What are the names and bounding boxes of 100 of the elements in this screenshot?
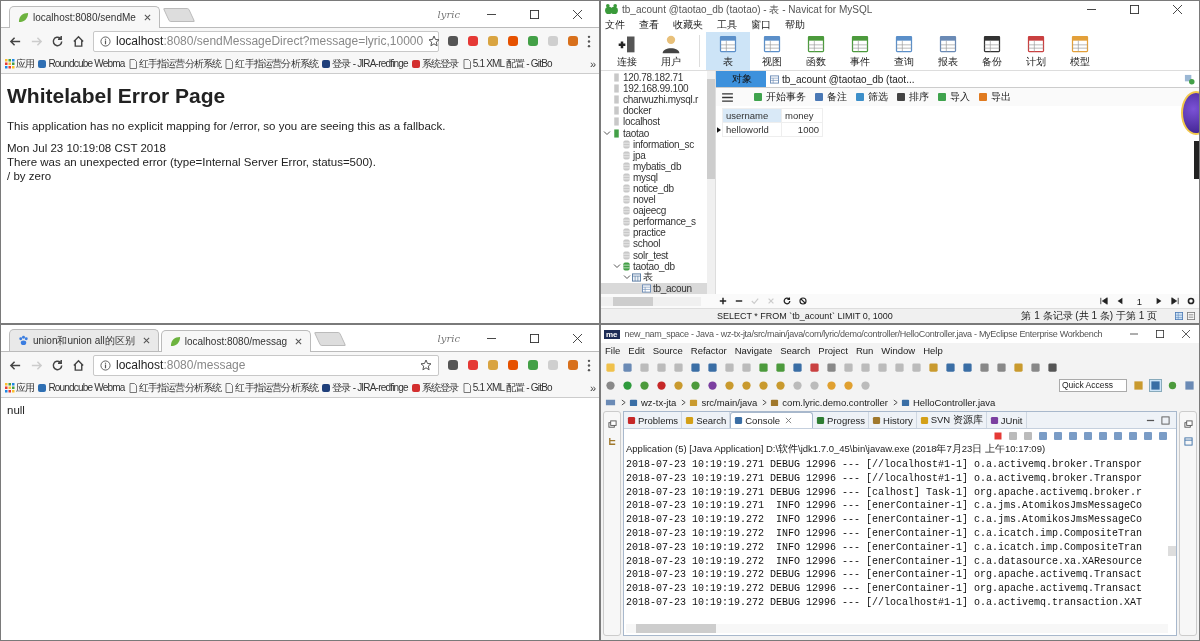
bookmark[interactable]: 5.1 XML 配置 - GitBo: [460, 380, 553, 395]
bookmark[interactable]: 红手指运营分析系统: [223, 56, 320, 71]
response-text: null: [7, 404, 26, 416]
toolbar-button[interactable]: 筛选: [855, 90, 888, 104]
menu-item[interactable]: 收藏夹: [673, 18, 703, 32]
ribbon-button[interactable]: 连接: [605, 32, 649, 70]
console-line: 2018-07-23 10:19:19.272 INFO 12996 --- [enerContainer-1] c.a.icatch.imp.CompositeTran: [626, 527, 1144, 541]
menu-item[interactable]: Project: [818, 345, 848, 356]
menu-item[interactable]: 窗口: [751, 18, 771, 32]
toolbar-button[interactable]: 开始事务: [753, 90, 806, 104]
bookmark[interactable]: 应用: [4, 56, 36, 71]
ribbon-button[interactable]: 计划: [1014, 32, 1058, 70]
ribbon-button[interactable]: 事件: [838, 32, 882, 70]
view-tab[interactable]: SVN 资源库: [916, 412, 987, 428]
bookmark[interactable]: 系统登录: [409, 380, 460, 395]
object-tab[interactable]: 对象: [716, 71, 766, 87]
bookmark[interactable]: Roundcube Webma: [36, 58, 126, 69]
bookmark[interactable]: 登录 - JIRA-redfinge: [320, 380, 409, 395]
view-tab[interactable]: History: [869, 412, 917, 428]
tree-item[interactable]: 192.168.99.100: [601, 83, 707, 95]
console-line: 2018-07-23 10:19:19.272 INFO 12996 --- [enerContainer-1] c.a.datasource.xa.XAResource: [626, 554, 1144, 569]
breadcrumb-item[interactable]: HelloController.java: [892, 397, 996, 408]
ribbon-button[interactable]: 查询: [882, 32, 926, 70]
bookmark[interactable]: 应用: [4, 380, 36, 395]
menu-item[interactable]: Window: [881, 345, 916, 356]
profile-name[interactable]: lyric: [437, 332, 460, 344]
column-header[interactable]: username: [722, 108, 782, 123]
view-tab[interactable]: Problems: [624, 412, 683, 428]
breadcrumb-item[interactable]: com.lyric.demo.controller: [762, 397, 888, 408]
menu-item[interactable]: 工具: [717, 18, 737, 32]
tree-item[interactable]: performance_s: [601, 216, 707, 228]
tree-item[interactable]: tb_acoun: [601, 282, 707, 294]
tree-item[interactable]: localhost: [601, 116, 707, 128]
bookmark[interactable]: Roundcube Webma: [36, 382, 126, 393]
tree-item[interactable]: charwuzhi.mysql.r: [601, 94, 707, 106]
tree-item[interactable]: practice: [601, 227, 707, 239]
toolbar-button[interactable]: 备注: [814, 90, 847, 104]
menu-item[interactable]: Help: [923, 345, 943, 356]
column-header[interactable]: money: [781, 108, 823, 123]
toolbar-button[interactable]: 排序: [896, 90, 929, 104]
browser-tab[interactable]: localhost:8080/messag: [160, 330, 311, 352]
menu-item[interactable]: Run: [855, 345, 874, 356]
tree-item[interactable]: 120.78.182.71: [601, 72, 707, 84]
menu-item[interactable]: File: [605, 345, 621, 356]
menu-item[interactable]: 文件: [605, 18, 625, 32]
menu-item[interactable]: Search: [780, 345, 811, 356]
tree-item[interactable]: taotao_db: [601, 260, 707, 272]
bookmark[interactable]: 红手指运营分析系统: [126, 56, 223, 71]
ribbon-button[interactable]: 函数: [794, 32, 838, 70]
breadcrumb-item[interactable]: wz-tx-jta: [621, 397, 677, 408]
browser-tab[interactable]: localhost:8080/sendMe: [9, 6, 160, 28]
tree-item[interactable]: mybatis_db: [601, 160, 707, 172]
bookmark[interactable]: 红手指运营分析系统: [223, 380, 320, 395]
app-logo: me: [604, 329, 620, 339]
tree-item[interactable]: solr_test: [601, 249, 707, 261]
profile-name[interactable]: lyric: [437, 8, 460, 20]
url-text: localhost:8080/sendMessageDirect?message=lyric,10000: [116, 34, 424, 48]
menu-item[interactable]: 帮助: [785, 18, 805, 32]
ribbon-button[interactable]: 视图: [750, 32, 794, 70]
menu-item[interactable]: Edit: [628, 345, 645, 356]
tree-item[interactable]: novel: [601, 194, 707, 206]
tree-item[interactable]: school: [601, 238, 707, 250]
more-bookmarks-button[interactable]: »: [587, 57, 596, 70]
toolbar-button[interactable]: 导入: [937, 90, 970, 104]
tree-item[interactable]: taotao: [601, 127, 707, 139]
browser-tab[interactable]: union和union all的区别: [9, 329, 159, 351]
address-bar[interactable]: localhost:8080/message: [93, 354, 439, 376]
tree-item[interactable]: oajeecg: [601, 205, 707, 217]
bookmark[interactable]: 系统登录: [409, 56, 460, 71]
tree-item[interactable]: jpa: [601, 149, 707, 161]
record-info: 第 1 条记录 (共 1 条) 于第 1 页: [1021, 309, 1157, 323]
tree-item[interactable]: notice_db: [601, 182, 707, 195]
ribbon-button[interactable]: 报表: [926, 32, 970, 70]
view-tab[interactable]: Console: [730, 412, 814, 428]
breadcrumb-item[interactable]: src/main/java: [681, 397, 758, 408]
toolbar-button[interactable]: 导出: [978, 90, 1011, 104]
ribbon-button[interactable]: 模型: [1058, 32, 1102, 70]
tree-item[interactable]: information_sc: [601, 138, 707, 150]
tree-item[interactable]: mysql: [601, 171, 707, 183]
bookmark[interactable]: 5.1 XML 配置 - GitBo: [460, 56, 553, 71]
sql-statement: SELECT * FROM `tb_acount` LIMIT 0, 1000: [717, 311, 894, 321]
page-number-field[interactable]: 1: [1131, 295, 1147, 307]
tree-item[interactable]: 表: [601, 271, 707, 283]
page-heading: Whitelabel Error Page: [7, 84, 227, 108]
bookmark[interactable]: 红手指运营分析系统: [126, 380, 223, 395]
view-tab[interactable]: Progress: [813, 412, 870, 428]
bookmark[interactable]: 登录 - JIRA-redfinge: [320, 56, 409, 71]
ribbon-button[interactable]: 用户: [649, 32, 693, 70]
table-cell: 1000: [781, 122, 823, 137]
menu-item[interactable]: 查看: [639, 18, 659, 32]
view-tab[interactable]: JUnit: [986, 412, 1027, 428]
menu-item[interactable]: Source: [652, 345, 683, 356]
more-bookmarks-button[interactable]: »: [587, 381, 596, 394]
quick-access-field[interactable]: Quick Access: [1059, 378, 1127, 392]
address-bar[interactable]: localhost:8080/sendMessageDirect?message=lyric,10000: [93, 30, 439, 52]
ribbon-button[interactable]: 表: [706, 32, 750, 70]
menu-item[interactable]: Navigate: [734, 345, 773, 356]
menu-item[interactable]: Refactor: [690, 345, 727, 356]
ribbon-button[interactable]: 备份: [970, 32, 1014, 70]
tree-item[interactable]: docker: [601, 105, 707, 117]
